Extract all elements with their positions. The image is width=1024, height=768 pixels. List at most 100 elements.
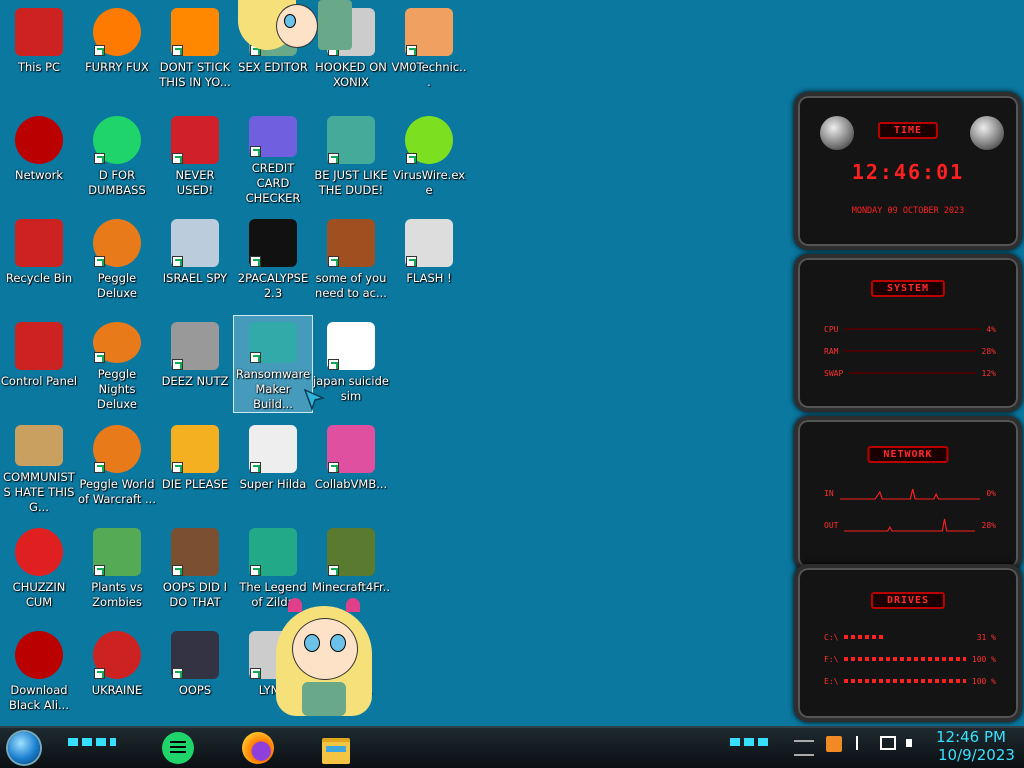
mascot-character-bottom xyxy=(268,598,380,722)
desktop-icon[interactable]: UKRAINE xyxy=(78,625,156,721)
shortcut-arrow-icon xyxy=(94,352,105,363)
desktop-icon-label: DIE PLEASE xyxy=(161,477,229,491)
desktop-icon[interactable]: Control Panel xyxy=(0,316,78,412)
drives-title: DRIVES xyxy=(870,592,946,609)
action-center-flag-icon[interactable] xyxy=(856,736,870,750)
network-out-label: OUT xyxy=(824,520,839,530)
desktop-icon[interactable]: DEEZ NUTZ xyxy=(156,316,234,412)
desktop-icon-label: DONT STICK THIS IN YO... xyxy=(159,60,231,89)
desktop-icon[interactable]: BE JUST LIKE THE DUDE! xyxy=(312,110,390,206)
desktop-icon[interactable]: some of you need to ac... xyxy=(312,213,390,309)
drive-bar xyxy=(844,635,885,639)
desktop-icon[interactable]: CHUZZIN CUM xyxy=(0,522,78,618)
drive-row: F:\ 100 % xyxy=(824,652,996,666)
desktop-icon-label: HOOKED ON XONIX xyxy=(315,60,387,89)
desktop-icon-label: DEEZ NUTZ xyxy=(161,374,229,388)
desktop-icon[interactable]: ISRAEL SPY xyxy=(156,213,234,309)
desktop-icon[interactable]: OOPS xyxy=(156,625,234,721)
desktop-icon[interactable]: COMMUNISTS HATE THIS G... xyxy=(0,419,78,515)
drive-label: C:\ xyxy=(824,632,839,642)
tray-app-icon[interactable] xyxy=(826,736,842,752)
desktop-icon[interactable]: CREDIT CARD CHECKER xyxy=(234,110,312,206)
gadget-clock: 12:46:01 xyxy=(851,160,965,184)
desktop-icon-label: COMMUNISTS HATE THIS G... xyxy=(3,470,75,514)
ram-bar xyxy=(844,350,976,352)
desktop-icon-label: FURRY FUX xyxy=(85,60,149,74)
desktop-icon[interactable]: D FOR DUMBASS xyxy=(78,110,156,206)
dev-cpp-icon xyxy=(171,116,219,164)
ram-label: RAM xyxy=(824,346,839,356)
cpu-label: CPU xyxy=(824,324,839,334)
network-in-row: IN 0% xyxy=(824,486,996,500)
desktop-icon-label: Peggle Nights Deluxe xyxy=(97,367,137,411)
shortcut-arrow-icon xyxy=(250,462,261,473)
gadget-date: MONDAY 09 OCTOBER 2023 xyxy=(851,206,965,216)
desktop-icon-label: ISRAEL SPY xyxy=(162,271,228,285)
grass-block-icon xyxy=(327,528,375,576)
windows-stack-icon xyxy=(171,322,219,370)
show-hidden-icons-icon[interactable] xyxy=(794,740,814,756)
speech-bubble-icon xyxy=(170,741,186,743)
desktop-icon[interactable]: Peggle Nights Deluxe xyxy=(78,316,156,412)
desktop-icon[interactable]: Ransomware Maker Build... xyxy=(233,315,313,413)
shortcut-arrow-icon xyxy=(250,352,261,363)
volume-icon[interactable] xyxy=(906,736,922,750)
network-out-value: 28% xyxy=(981,520,996,530)
desktop-icon-label: Peggle Deluxe xyxy=(97,271,137,300)
desktop-icon-label: CREDIT CARD CHECKER xyxy=(245,161,301,205)
desktop-icon[interactable]: FURRY FUX xyxy=(78,2,156,98)
desktop-icon[interactable]: Recycle Bin xyxy=(0,213,78,309)
desktop-icon[interactable]: FLASH ! xyxy=(390,213,468,309)
radiation-icon xyxy=(93,631,141,679)
shortcut-arrow-icon xyxy=(94,565,105,576)
desktop-icon[interactable]: Peggle World of Warcraft ... xyxy=(78,419,156,515)
taskbar-file-explorer-button[interactable] xyxy=(320,732,352,764)
desktop-icon-label: Control Panel xyxy=(0,374,78,388)
desktop-icon[interactable]: Plants vs Zombies xyxy=(78,522,156,618)
shortcut-arrow-icon xyxy=(94,462,105,473)
shortcut-arrow-icon xyxy=(250,146,261,157)
system-panel: SYSTEM CPU 4% RAM 28% SWAP 12% xyxy=(794,254,1022,412)
desktop-icon[interactable]: Network xyxy=(0,110,78,206)
network-tray-icon[interactable] xyxy=(880,736,896,750)
desktop-icon-label: Super Hilda xyxy=(239,477,307,491)
desktop-icon[interactable]: Super Hilda xyxy=(234,419,312,515)
desktop-icon[interactable]: NEVER USED! xyxy=(156,110,234,206)
taskbar-clock[interactable]: 12:46 PM xyxy=(936,728,1006,746)
taskbar-decoration-right xyxy=(730,738,770,746)
desktop-icon-label: This PC xyxy=(17,60,61,74)
desktop-icon[interactable]: CollabVMB... xyxy=(312,419,390,515)
desktop-icon[interactable]: Peggle Deluxe xyxy=(78,213,156,309)
desktop-icon[interactable]: DONT STICK THIS IN YO... xyxy=(156,2,234,98)
desktop-icon[interactable]: OOPS DID I DO THAT xyxy=(156,522,234,618)
desktop-icon[interactable]: 2PACALYPSE 2.3 xyxy=(234,213,312,309)
shortcut-arrow-icon xyxy=(94,668,105,679)
shortcut-arrow-icon xyxy=(328,256,339,267)
terminal-icon xyxy=(249,219,297,267)
network-out-row: OUT 28% xyxy=(824,518,996,532)
shortcut-arrow-icon xyxy=(172,256,183,267)
shortcut-arrow-icon xyxy=(328,153,339,164)
drive-row: C:\ 31 % xyxy=(824,630,996,644)
drive-row: E:\ 100 % xyxy=(824,674,996,688)
speech-bubble-icon xyxy=(93,116,141,164)
desktop-icon-label: SEX EDITOR xyxy=(238,60,308,74)
desktop-icon[interactable]: Download Black Ali... xyxy=(0,625,78,721)
desktop-icon[interactable]: VM0Technic... xyxy=(390,2,468,98)
swap-row: SWAP 12% xyxy=(824,366,996,380)
start-orb-button[interactable] xyxy=(8,732,40,764)
taskbar-date[interactable]: 10/9/2023 xyxy=(938,746,1015,764)
shortcut-arrow-icon xyxy=(172,45,183,56)
network-panel: NETWORK IN 0% OUT 28% xyxy=(794,416,1022,572)
drive-value: 100 % xyxy=(971,676,996,686)
desktop-icon[interactable]: This PC xyxy=(0,2,78,98)
ram-value: 28% xyxy=(981,346,996,356)
peggle-icon xyxy=(93,425,141,473)
book-icon xyxy=(171,631,219,679)
taskbar-chat-app-button[interactable] xyxy=(162,732,194,764)
desktop-icon[interactable]: DIE PLEASE xyxy=(156,419,234,515)
desktop-icon-label: Ransomware Maker Build... xyxy=(235,367,311,411)
taskbar-firefox-button[interactable] xyxy=(242,732,274,764)
desktop-icon-label: some of you need to ac... xyxy=(315,271,387,300)
desktop-icon[interactable]: VirusWire.exe xyxy=(390,110,468,206)
